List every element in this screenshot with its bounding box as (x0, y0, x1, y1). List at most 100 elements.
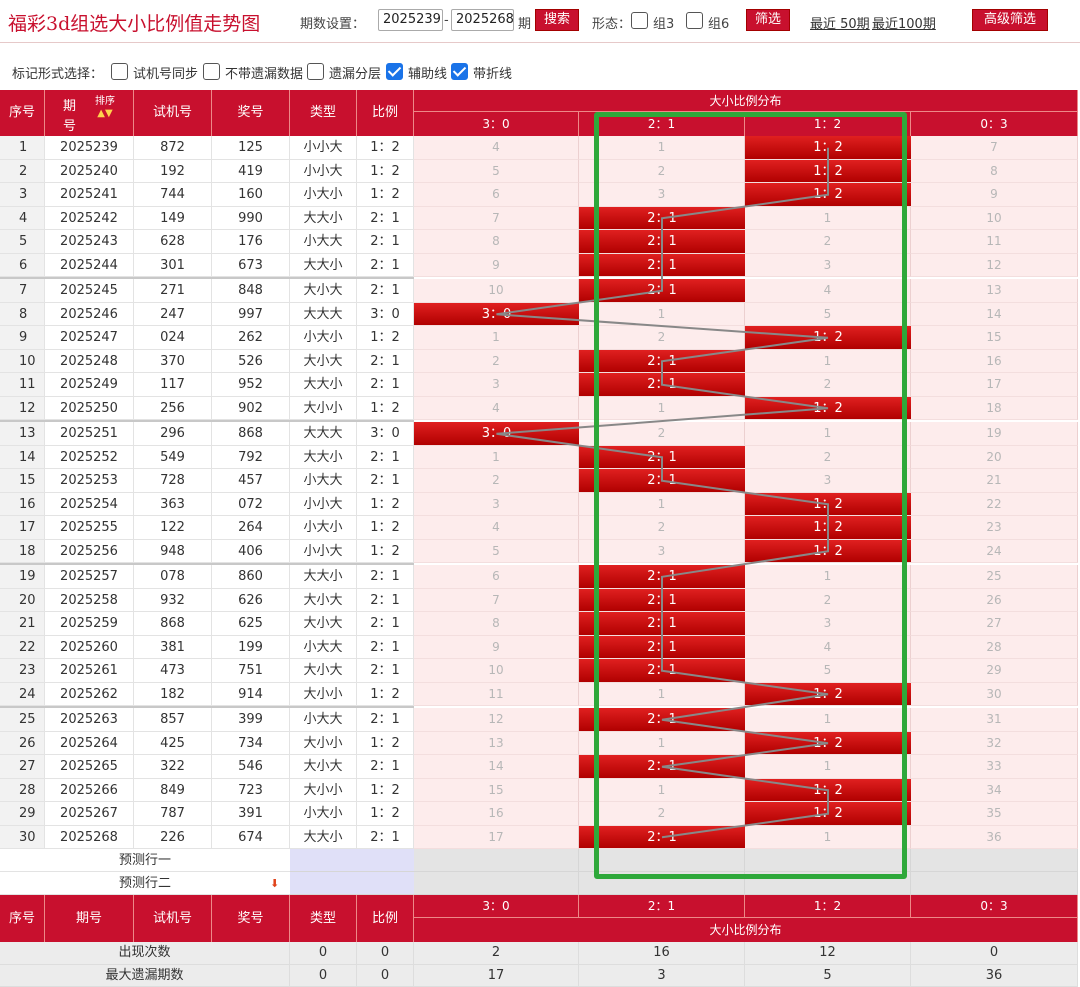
trial-sync-label: 试机号同步 (133, 63, 198, 82)
omission-cell: 15 (414, 779, 579, 803)
row-prize: 072 (212, 493, 290, 517)
footer-header-issue: 期号 (45, 895, 134, 942)
omission-cell: 25 (911, 565, 1078, 589)
row-ratio: 2：1 (357, 826, 414, 850)
recent-100-link[interactable]: 最近100期 (872, 13, 936, 32)
footer-header-type: 类型 (290, 895, 357, 942)
omission-cell: 1 (579, 493, 745, 517)
omission-cell: 4 (745, 636, 911, 660)
omission-cell: 11 (414, 683, 579, 707)
header-ratio-col-1: 2：1 (579, 112, 745, 136)
hit-ratio-cell: 1：2 (745, 160, 911, 184)
row-type: 小大大 (290, 636, 357, 660)
prediction-ratio-cell[interactable] (579, 849, 745, 872)
row-type: 小大小 (290, 326, 357, 350)
row-type: 大小小 (290, 397, 357, 421)
down-arrow-icon[interactable]: ⬇ (270, 877, 279, 890)
row-type: 大小小 (290, 683, 357, 707)
stats-label: 最大遗漏期数 (0, 965, 290, 987)
trial-sync-checkbox[interactable] (111, 63, 128, 80)
no-omission-checkbox[interactable] (203, 63, 220, 80)
recent-50-link[interactable]: 最近 50期 (810, 13, 870, 32)
guide-line-checkbox[interactable] (386, 63, 403, 80)
polyline-checkbox[interactable] (451, 63, 468, 80)
stats-value: 3 (579, 965, 745, 987)
hit-ratio-cell: 1：2 (745, 779, 911, 803)
row-trial: 363 (134, 493, 212, 517)
row-type: 大大小 (290, 207, 357, 231)
omission-cell: 3 (579, 183, 745, 207)
advanced-filter-button[interactable]: 高级筛选 (972, 9, 1048, 31)
row-seq: 9 (0, 326, 45, 350)
row-seq: 15 (0, 469, 45, 493)
omission-cell: 9 (911, 183, 1078, 207)
omission-layer-checkbox[interactable] (307, 63, 324, 80)
row-issue: 2025260 (45, 636, 134, 660)
omission-cell: 2 (414, 469, 579, 493)
row-ratio: 1：2 (357, 683, 414, 707)
omission-cell: 32 (911, 732, 1078, 756)
prediction-ratio-cell[interactable] (745, 849, 911, 872)
hit-ratio-cell: 2：1 (579, 254, 745, 278)
header-seq: 序号 (0, 90, 45, 136)
row-seq: 28 (0, 779, 45, 803)
search-button[interactable]: 搜索 (535, 9, 579, 31)
hit-ratio-cell: 1：2 (745, 326, 911, 350)
group6-checkbox[interactable] (686, 12, 703, 29)
row-prize: 868 (212, 422, 290, 446)
prediction-ratio-cell[interactable] (911, 849, 1078, 872)
omission-cell: 3 (745, 469, 911, 493)
row-seq: 6 (0, 254, 45, 278)
omission-cell: 1 (579, 303, 745, 327)
row-issue: 2025250 (45, 397, 134, 421)
row-type: 大小大 (290, 659, 357, 683)
row-seq: 10 (0, 350, 45, 374)
hit-ratio-cell: 1：2 (745, 183, 911, 207)
header-type: 类型 (290, 90, 357, 136)
omission-cell: 36 (911, 826, 1078, 850)
footer-ratio-col-1: 2：1 (579, 895, 745, 918)
filter-button[interactable]: 筛选 (746, 9, 790, 31)
prediction-ratio-cell[interactable] (745, 872, 911, 895)
hit-ratio-cell: 2：1 (579, 612, 745, 636)
row-type: 小小大 (290, 160, 357, 184)
prediction-input-cell[interactable] (290, 872, 414, 895)
row-ratio: 2：1 (357, 350, 414, 374)
row-trial: 256 (134, 397, 212, 421)
row-prize: 546 (212, 755, 290, 779)
prediction-ratio-cell[interactable] (414, 849, 579, 872)
row-trial: 728 (134, 469, 212, 493)
top-toolbar: 福彩3d组选大小比例值走势图 期数设置： 2025239 - 2025268 期… (0, 0, 1080, 43)
omission-cell: 1 (414, 326, 579, 350)
omission-cell: 1 (579, 732, 745, 756)
omission-cell: 12 (911, 254, 1078, 278)
period-start-input[interactable]: 2025239 (378, 9, 443, 31)
period-end-input[interactable]: 2025268 (451, 9, 514, 31)
row-type: 小大小 (290, 516, 357, 540)
sort-button[interactable]: 排序▲▼ (95, 96, 115, 120)
omission-cell: 30 (911, 683, 1078, 707)
row-type: 大小大 (290, 612, 357, 636)
omission-cell: 17 (911, 373, 1078, 397)
footer-ratio-col-0: 3：0 (414, 895, 579, 918)
row-issue: 2025261 (45, 659, 134, 683)
row-ratio: 1：2 (357, 160, 414, 184)
omission-cell: 10 (414, 659, 579, 683)
row-trial: 381 (134, 636, 212, 660)
omission-cell: 20 (911, 446, 1078, 470)
row-seq: 30 (0, 826, 45, 850)
trend-table: 序号期号排序▲▼试机号奖号类型比例大小比例分布3：02：11：20：312025… (0, 90, 1078, 970)
omission-cell: 2 (579, 160, 745, 184)
prediction-ratio-cell[interactable] (579, 872, 745, 895)
row-issue: 2025240 (45, 160, 134, 184)
row-ratio: 2：1 (357, 589, 414, 613)
omission-cell: 3 (579, 540, 745, 564)
prediction-ratio-cell[interactable] (911, 872, 1078, 895)
prediction-input-cell[interactable] (290, 849, 414, 872)
hit-ratio-cell: 3：0 (414, 303, 579, 327)
group3-checkbox[interactable] (631, 12, 648, 29)
row-issue: 2025239 (45, 136, 134, 160)
header-issue-bottom: 号 (63, 115, 76, 134)
prediction-ratio-cell[interactable] (414, 872, 579, 895)
header-ratio: 比例 (357, 90, 414, 136)
